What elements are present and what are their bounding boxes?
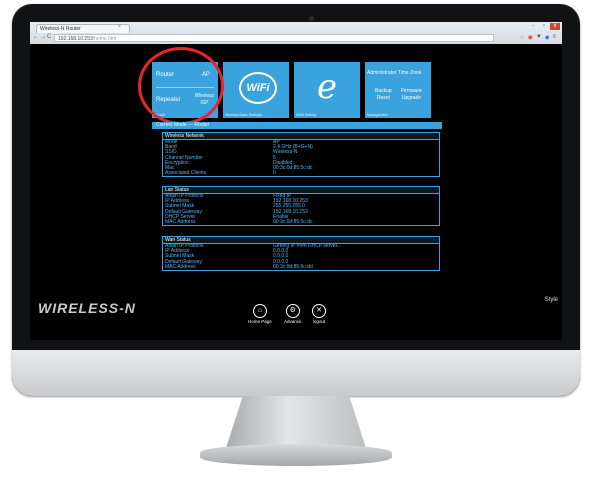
lan-section: Lan Status Attain IP Protocol Fixed IP IP…: [162, 186, 440, 227]
row-value: 0: [273, 170, 276, 177]
style-link[interactable]: Style: [545, 297, 558, 303]
close-icon: ✕: [312, 304, 326, 318]
upgrade-label: Upgrade: [401, 95, 422, 101]
wireless-section: Wireless Network Mode AP Band 2.4 GHz (B+G…: [162, 132, 440, 178]
nav-label: Advance: [284, 319, 302, 324]
firmware-label: Firmware: [401, 88, 422, 94]
bookmark-star-icon[interactable]: ☆: [519, 34, 524, 41]
extension-icon[interactable]: ◉: [528, 34, 533, 41]
nav-row: ← → C 192.168.10.253/home.htm ☆ ◉ ▼ ◆ ≡: [30, 33, 562, 44]
extension-icons: ☆ ◉ ▼ ◆ ≡: [519, 34, 556, 41]
gear-icon: ⚙: [285, 304, 300, 318]
section-title: Wireless Network: [163, 133, 439, 140]
backup-label: Backup: [375, 88, 392, 94]
row-value: 00:3c:0d:85:5c:dd: [273, 263, 313, 270]
wan-section: Wan Status Attain IP Protocol Getting IP …: [162, 236, 440, 271]
tile-caption: WAN Setting: [296, 113, 316, 117]
address-bar[interactable]: 192.168.10.253/home.htm: [54, 34, 494, 42]
reset-label: Reset: [376, 95, 390, 101]
reload-icon[interactable]: C: [47, 34, 51, 40]
nav-label: Home Page: [248, 319, 272, 324]
tile-wan[interactable]: e WAN Setting: [294, 62, 360, 118]
tile-management[interactable]: Administrator Time Zone Backup Reset Firm…: [365, 62, 431, 118]
highlight-circle: [138, 47, 224, 125]
webcam: [309, 16, 314, 21]
row-key: MAC Address: [165, 263, 196, 270]
url-path: /home.htm: [92, 36, 117, 42]
row-key: MAC Address: [165, 218, 196, 225]
extension-icon[interactable]: ▼: [536, 34, 542, 41]
advance-nav[interactable]: ⚙ Advance: [284, 304, 302, 324]
tile-caption: Wireless Basic Settings: [225, 113, 262, 117]
nav-label: logout: [312, 319, 326, 324]
menu-icon[interactable]: ≡: [552, 34, 556, 41]
tile-caption: Management: [367, 113, 388, 117]
back-icon[interactable]: ←: [33, 34, 39, 40]
extension-icon[interactable]: ◆: [545, 34, 550, 41]
close-button[interactable]: x: [550, 23, 560, 30]
wifi-icon: WiFi: [239, 72, 277, 104]
admin-header[interactable]: Administrator Time Zone: [367, 70, 421, 76]
home-page-nav[interactable]: ⌂ Home Page: [248, 304, 272, 324]
row-value: 00:3c:0d:85:5c:dc: [273, 218, 313, 225]
browser-tab[interactable]: Wireless-N Router: [36, 24, 130, 33]
row-key: Associated Clients: [165, 170, 207, 177]
url-host: 192.168.10.253: [58, 36, 93, 42]
forward-icon[interactable]: →: [40, 34, 46, 40]
tile-wifi[interactable]: WiFi Wireless Basic Settings: [223, 62, 289, 118]
current-mode-bar: Current Mode --- Router: [152, 122, 442, 129]
logout-nav[interactable]: ✕ logout: [312, 304, 326, 324]
tab-close-icon[interactable]: ×: [118, 24, 121, 30]
monitor-chin: [12, 350, 580, 396]
brand-logo: WIRELESS-N: [38, 300, 136, 316]
section-title: Lan Status: [163, 187, 439, 194]
monitor-base: [200, 444, 392, 466]
home-icon: ⌂: [252, 304, 267, 318]
window-controls: - ▫ x: [528, 23, 560, 30]
backup-reset[interactable]: Backup Reset: [375, 88, 392, 102]
browser-chrome: Wireless-N Router × - ▫ x ← → C 192.168.…: [30, 22, 562, 44]
internet-explorer-icon: e: [316, 67, 338, 107]
firmware-upgrade[interactable]: Firmware Upgrade: [401, 88, 422, 102]
screen: Wireless-N Router × - ▫ x ← → C 192.168.…: [30, 22, 562, 340]
monitor-stand: [226, 396, 366, 448]
minimize-button[interactable]: -: [528, 23, 538, 30]
maximize-button[interactable]: ▫: [539, 23, 549, 30]
tab-title: Wireless-N Router: [40, 26, 81, 32]
